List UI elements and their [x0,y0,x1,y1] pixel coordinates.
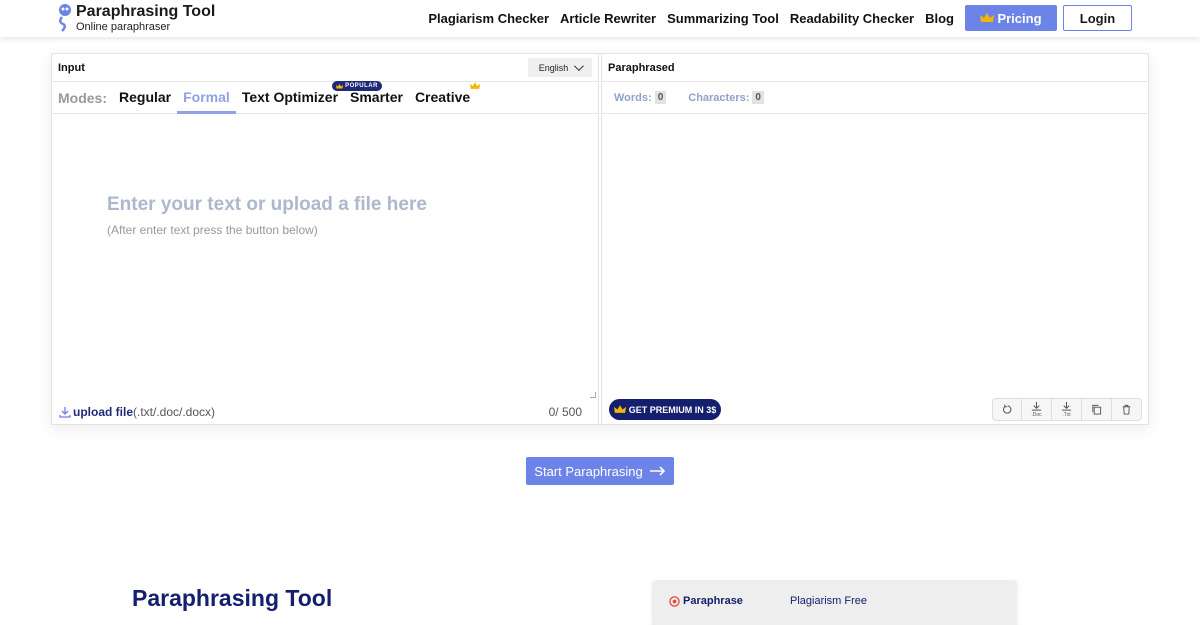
logo[interactable]: Paraphrasing Tool Online paraphraser [54,2,215,33]
words-value: 0 [654,91,667,104]
character-counter: 0/ 500 [548,405,582,419]
nav-readability-checker[interactable]: Readability Checker [790,6,914,31]
get-premium-button[interactable]: GET PREMIUM IN 3$ [609,399,721,420]
words-label: Words: [614,91,652,104]
language-select[interactable]: English [528,58,592,77]
output-title: Paraphrased [608,61,675,74]
nav-article-rewriter[interactable]: Article Rewriter [560,6,656,31]
crown-icon [336,83,344,88]
copy-icon [1092,404,1102,415]
download-icon [59,407,71,418]
copy-button[interactable] [1082,398,1112,421]
input-pane-header: Input English [52,54,598,82]
mode-creative[interactable]: Creative [409,81,481,114]
doc-label: .Doc [1031,412,1042,418]
feature-card: Paraphrase Plagiarism Free [652,580,1017,625]
download-icon [1031,401,1042,411]
crown-icon [980,13,995,22]
robot-logo-icon [59,4,71,32]
popular-label: POPULAR [345,83,378,89]
reset-button[interactable] [992,398,1022,421]
text-input-area[interactable]: Enter your text or upload a file here (A… [52,114,598,400]
crown-icon [613,405,626,413]
resize-handle[interactable] [590,392,596,398]
nav-plagiarism-checker[interactable]: Plagiarism Checker [428,6,549,31]
target-icon [669,595,680,607]
premium-label: GET PREMIUM IN 3$ [628,404,717,415]
feature-tab-paraphrase[interactable]: Paraphrase [669,595,743,607]
popular-badge: POPULAR [332,81,382,91]
section-title: Paraphrasing Tool [132,585,333,611]
upload-formats: (.txt/.doc/.docx) [133,405,216,419]
mode-formal-label: Formal [183,88,230,105]
login-button[interactable]: Login [1063,5,1132,31]
chevron-down-icon [574,61,585,72]
download-doc-button[interactable]: .Doc [1022,398,1052,421]
arrow-right-icon [649,466,665,476]
site-header: Paraphrasing Tool Online paraphraser Pla… [0,0,1200,37]
delete-button[interactable] [1112,398,1142,421]
txt-label: .Txt [1062,412,1071,418]
mode-formal[interactable]: Formal [177,82,236,114]
input-footer: upload file (.txt/.doc/.docx) 0/ 500 [52,400,599,424]
characters-label: Characters: [688,91,750,104]
brand-title: Paraphrasing Tool [76,3,216,20]
pricing-button[interactable]: Pricing [965,5,1057,31]
upload-file-link[interactable]: upload file [73,405,133,419]
download-txt-button[interactable]: .Txt [1052,398,1082,421]
output-pane-header: Paraphrased [602,54,1148,82]
main-nav: Plagiarism Checker Article Rewriter Summ… [428,5,1132,31]
output-pane: Paraphrased Words: 0 Characters: 0 GET P… [601,54,1148,424]
characters-value: 0 [752,91,764,104]
output-stats: Words: 0 Characters: 0 [602,82,1148,114]
mode-text-optimizer[interactable]: Text Optimizer [236,81,349,114]
start-paraphrasing-button[interactable]: Start Paraphrasing [526,457,674,485]
download-icon [1061,401,1072,411]
undo-icon [1002,404,1011,414]
mode-text-optimizer-label: Text Optimizer [241,88,339,105]
characters-stat: Characters: 0 [688,91,764,104]
input-placeholder-hint: (After enter text press the button below… [107,223,318,237]
trash-icon [1122,404,1131,415]
input-pane: Input English Modes: Regular Formal Text… [52,54,599,424]
nav-blog[interactable]: Blog [925,6,954,31]
mode-creative-label: Creative [414,88,471,105]
input-placeholder: Enter your text or upload a file here [107,194,427,215]
language-value: English [538,62,569,73]
brand-subtitle: Online paraphraser [76,21,171,33]
start-label: Start Paraphrasing [534,463,643,479]
feature-tab-paraphrase-label: Paraphrase [683,595,743,607]
input-title: Input [58,61,85,74]
modes-bar: Modes: Regular Formal Text Optimizer Sma… [52,81,598,114]
mode-regular[interactable]: Regular [113,82,177,114]
paraphrase-card: Input English Modes: Regular Formal Text… [51,53,1149,425]
crown-icon [470,81,481,89]
pricing-label: Pricing [997,10,1042,26]
words-stat: Words: 0 [614,91,667,104]
feature-tab-plagiarism-free[interactable]: Plagiarism Free [790,595,867,607]
modes-label: Modes: [58,89,107,106]
output-toolbar: .Doc .Txt [992,398,1142,421]
nav-summarizing-tool[interactable]: Summarizing Tool [667,6,779,31]
